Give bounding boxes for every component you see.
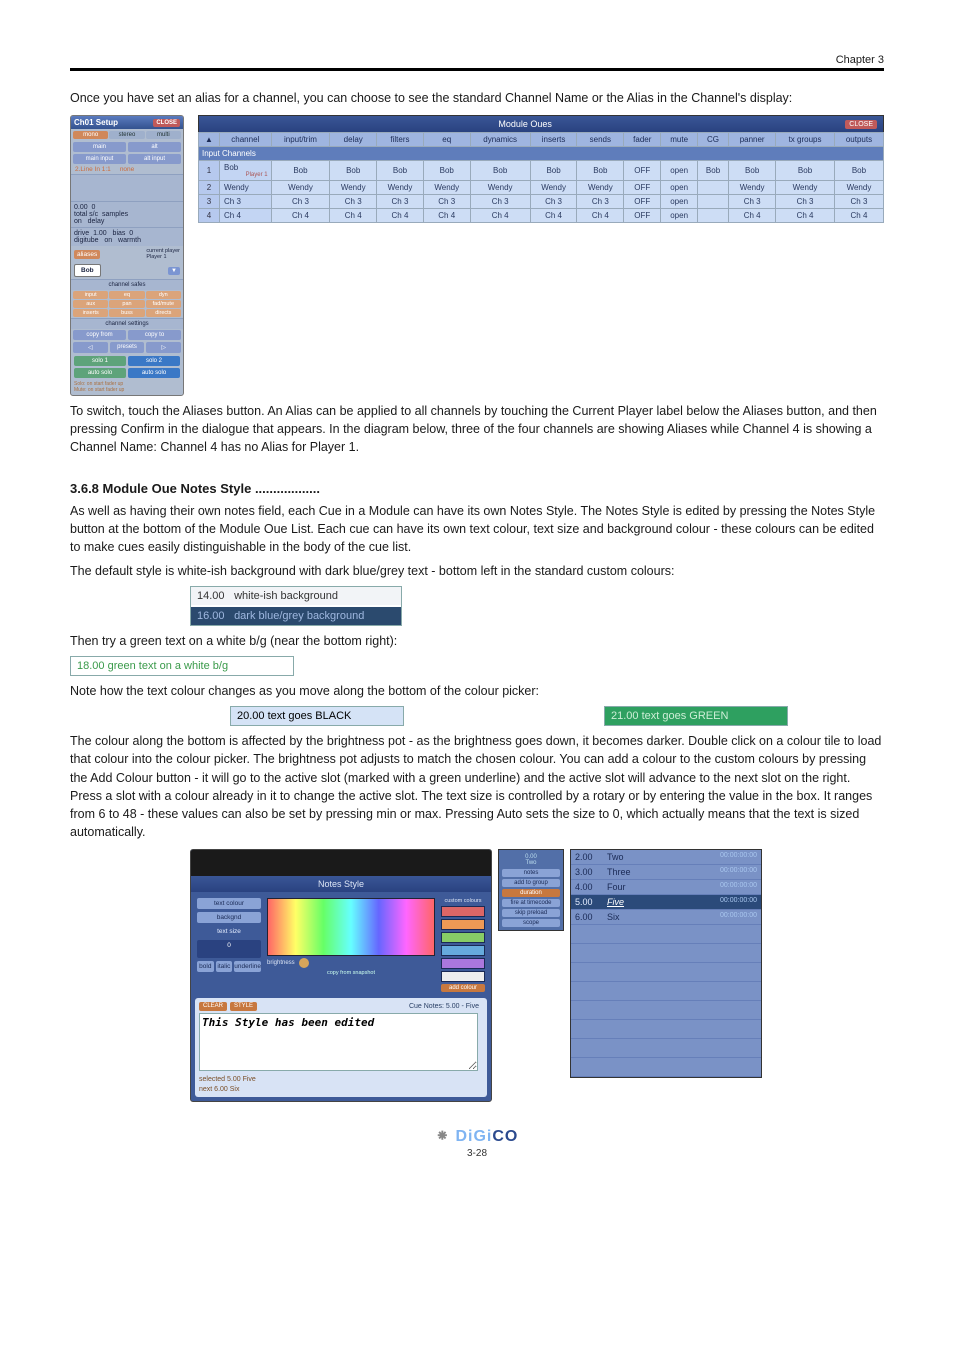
list-item[interactable]: 2.00Two00:00:00:00 — [571, 850, 761, 865]
text-colour-btn[interactable]: text colour — [197, 898, 261, 909]
style-btn[interactable]: STYLE — [230, 1002, 257, 1011]
panel-title: Ch01 Setup — [74, 118, 118, 127]
side-duration[interactable]: duration — [502, 889, 560, 897]
swatch-green: 18.00 green text on a white b/g — [70, 656, 294, 676]
add-colour-btn[interactable]: add colour — [441, 984, 485, 992]
clear-btn[interactable]: CLEAR — [199, 1002, 227, 1011]
custom-label: custom colours — [441, 898, 485, 904]
notes-style-panel: Notes Style text colour backgnd text siz… — [190, 849, 492, 1102]
line-in: 2.Line In 1:1 — [75, 166, 111, 173]
swatch-dark: 16.00 dark blue/grey background — [191, 607, 401, 625]
cue-list: 2.00Two00:00:00:003.00Three00:00:00:004.… — [570, 849, 762, 1078]
tab-mono[interactable]: mono — [73, 131, 108, 139]
table-row[interactable]: 1BobPlayer 1BobBobBobBobBobBobBobOFFopen… — [199, 161, 884, 181]
current-player[interactable]: current player Player 1 — [146, 248, 180, 260]
copy-from[interactable]: copy from — [73, 330, 126, 340]
line-alt: none — [120, 166, 134, 173]
swatch-white: 14.00 white-ish background — [191, 587, 401, 605]
style-p1: As well as having their own notes field,… — [70, 502, 884, 556]
alias-dropdown[interactable]: ▼ — [168, 267, 180, 275]
module-oues-panel: Module Oues CLOSE ▲ channel input/trim d… — [198, 115, 884, 223]
table-row[interactable]: 4Ch 4Ch 4Ch 4Ch 4Ch 4Ch 4Ch 4Ch 4OFFopen… — [199, 209, 884, 223]
cue-side-panel: 0.00 Two notes add to group duration fir… — [498, 849, 564, 931]
routing-area — [71, 174, 183, 201]
italic-btn[interactable]: italic — [216, 961, 233, 972]
alt-input-btn[interactable]: alt input — [128, 154, 181, 164]
close-button[interactable]: CLOSE — [153, 119, 180, 127]
intro-1: Once you have set an alias for a channel… — [70, 89, 884, 107]
list-item[interactable]: 3.00Three00:00:00:00 — [571, 865, 761, 880]
solo1[interactable]: solo 1 — [74, 356, 126, 366]
alias-value[interactable]: Bob — [74, 264, 101, 277]
side-addgroup[interactable]: add to group — [502, 879, 560, 887]
list-item[interactable]: 4.00Four00:00:00:00 — [571, 880, 761, 895]
channel-safes: input eq dyn aux pan fad/mute inserts bu… — [71, 290, 183, 318]
prev-preset[interactable]: ◁ — [73, 342, 108, 353]
chapter-head: Chapter 3 — [70, 54, 884, 66]
brightness-label: brightness — [267, 960, 295, 966]
ch01-setup-panel: Ch01 Setup CLOSE mono stereo multi main … — [70, 115, 184, 396]
notes-textarea[interactable] — [199, 1013, 478, 1071]
side-preload[interactable]: skip preload — [502, 909, 560, 917]
table-row[interactable]: 3Ch 3Ch 3Ch 3Ch 3Ch 3Ch 3Ch 3Ch 3OFFopen… — [199, 195, 884, 209]
safes-header: channel safes — [71, 279, 183, 290]
list-item[interactable]: 6.00Six00:00:00:00 — [571, 910, 761, 925]
brand-logo: ⁕ DiGiCO — [70, 1126, 884, 1146]
page-number: 3-28 — [70, 1148, 884, 1159]
brightness-pot[interactable] — [299, 958, 309, 968]
alt-btn[interactable]: alt — [128, 142, 181, 152]
selected-cue-label: selected 5.00 Five — [199, 1076, 483, 1083]
category-row: Input Channels — [199, 147, 884, 161]
between-3: The colour along the bottom is affected … — [70, 732, 884, 841]
between-1: Then try a green text on a white b/g (ne… — [70, 632, 884, 650]
main-btn[interactable]: main — [73, 142, 126, 152]
solo2[interactable]: solo 2 — [128, 356, 180, 366]
next-preset[interactable]: ▷ — [146, 342, 181, 353]
copy-from-snapshot[interactable]: copy from snapshot — [267, 970, 435, 976]
section-heading: 3.6.8 Module Oue Notes Style ...........… — [70, 481, 884, 496]
aliases-tip: To switch, touch the Aliases button. An … — [70, 402, 884, 456]
notes-title: Notes Style — [191, 876, 491, 892]
tab-multi[interactable]: multi — [146, 131, 181, 139]
presets-btn[interactable]: presets — [110, 342, 145, 353]
text-size-label: text size — [197, 926, 261, 937]
rule-top — [70, 68, 884, 71]
main-input-btn[interactable]: main input — [73, 154, 126, 164]
cue-notes-label: Cue Notes: 5.00 - Five — [405, 1002, 483, 1011]
style-p2: The default style is white-ish backgroun… — [70, 562, 884, 580]
table-row[interactable]: 2WendyWendyWendyWendyWendyWendyWendyWend… — [199, 181, 884, 195]
next-cue-label: next 6.00 Six — [199, 1086, 483, 1093]
setup-footer: Solo: on start fader up Mute: on start f… — [71, 380, 183, 395]
tab-stereo[interactable]: stereo — [109, 131, 144, 139]
aliases-button[interactable]: aliases — [74, 250, 100, 259]
module-title: Module Oues — [205, 119, 845, 129]
side-scope[interactable]: scope — [502, 919, 560, 927]
bold-btn[interactable]: bold — [197, 961, 214, 972]
table-header: ▲ channel input/trim delay filters eq dy… — [199, 133, 884, 147]
list-item[interactable]: 5.00Five00:00:00:00 — [571, 895, 761, 910]
swatch-pair-1: 14.00 white-ish background 16.00 dark bl… — [190, 586, 402, 626]
swatch-black: 20.00 text goes BLACK — [230, 706, 404, 726]
backgnd-btn[interactable]: backgnd — [197, 912, 261, 923]
side-top: 0.00 Two — [502, 853, 560, 867]
swatch-greentxt: 21.00 text goes GREEN — [604, 706, 788, 726]
delay-block: 0.00 0 total s/c samples on delay — [71, 201, 183, 227]
auto-solo2[interactable]: auto solo — [128, 368, 180, 378]
close-button[interactable]: CLOSE — [845, 120, 877, 129]
copy-to[interactable]: copy to — [128, 330, 181, 340]
side-notes[interactable]: notes — [502, 869, 560, 877]
side-timecode[interactable]: fire at timecode — [502, 899, 560, 907]
settings-header: channel settings — [71, 318, 183, 329]
colour-picker[interactable] — [267, 898, 435, 956]
between-2: Note how the text colour changes as you … — [70, 682, 884, 700]
underline-btn[interactable]: underline — [234, 961, 261, 972]
auto-solo1[interactable]: auto solo — [74, 368, 126, 378]
size-value-box[interactable]: 0 — [197, 940, 261, 958]
digitube-block: drive 1.00 bias 0 digitube on warmth — [71, 227, 183, 246]
